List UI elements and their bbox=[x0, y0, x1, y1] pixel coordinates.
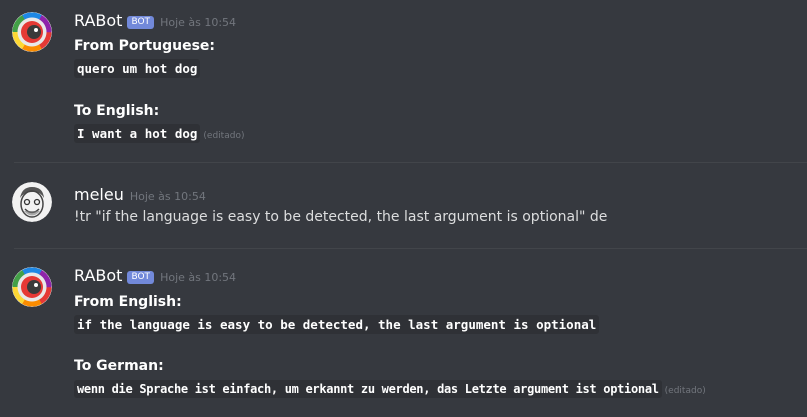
face-sketch-icon bbox=[12, 182, 52, 222]
message-header: RABot BOT Hoje às 10:54 bbox=[74, 11, 236, 31]
code-line: wenn die Sprache ist einfach, um erkannt… bbox=[74, 380, 706, 398]
edited-marker: (editado) bbox=[203, 131, 245, 141]
code-line: if the language is easy to be detected, … bbox=[74, 315, 600, 334]
username[interactable]: meleu bbox=[74, 185, 124, 204]
source-text: if the language is easy to be detected, … bbox=[74, 315, 600, 334]
user-avatar[interactable] bbox=[12, 182, 52, 222]
message-text: !tr "if the language is easy to be detec… bbox=[74, 209, 608, 225]
chat-messages: RABot BOT Hoje às 10:54 From Portuguese:… bbox=[0, 0, 807, 417]
message-header: RABot BOT Hoje às 10:54 bbox=[74, 266, 236, 286]
timestamp: Hoje às 10:54 bbox=[129, 190, 206, 203]
bot-avatar[interactable] bbox=[12, 12, 52, 52]
message-divider bbox=[14, 162, 807, 163]
code-line: quero um hot dog bbox=[74, 59, 201, 78]
bot-avatar[interactable] bbox=[12, 267, 52, 307]
code-line: I want a hot dog (editado) bbox=[74, 124, 245, 143]
source-text: quero um hot dog bbox=[74, 59, 201, 78]
rainbow-spiral-icon bbox=[12, 12, 52, 52]
username[interactable]: RABot bbox=[74, 11, 122, 30]
to-label: To English: bbox=[74, 103, 160, 119]
bot-badge: BOT bbox=[127, 271, 155, 284]
translated-text: I want a hot dog bbox=[74, 124, 201, 143]
to-label: To German: bbox=[74, 358, 164, 374]
rainbow-spiral-icon bbox=[12, 267, 52, 307]
timestamp: Hoje às 10:54 bbox=[160, 271, 237, 284]
from-label: From Portuguese: bbox=[74, 38, 216, 54]
translated-text: wenn die Sprache ist einfach, um erkannt… bbox=[74, 380, 662, 398]
from-label: From English: bbox=[74, 294, 182, 310]
message-header: meleu Hoje às 10:54 bbox=[74, 185, 206, 204]
message-divider bbox=[14, 248, 807, 249]
timestamp: Hoje às 10:54 bbox=[160, 16, 237, 29]
username[interactable]: RABot bbox=[74, 266, 122, 285]
bot-badge: BOT bbox=[127, 16, 155, 29]
edited-marker: (editado) bbox=[664, 386, 706, 396]
